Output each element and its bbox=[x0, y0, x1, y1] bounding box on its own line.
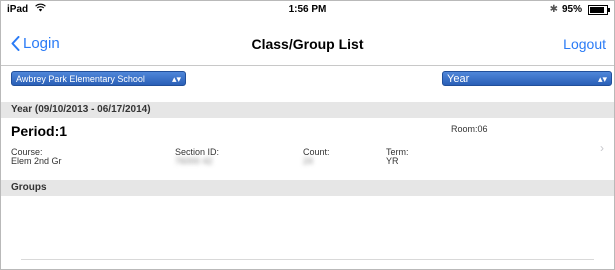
back-button-label: Login bbox=[23, 35, 60, 52]
count-value: 24 bbox=[303, 156, 314, 166]
navigation-bar: Login Class/Group List Logout bbox=[1, 25, 614, 66]
select-arrows-icon: ▴▾ bbox=[597, 74, 607, 84]
select-arrows-icon: ▴▾ bbox=[171, 74, 181, 84]
room-label: Room:06 bbox=[451, 124, 488, 134]
status-bar: iPad 1:56 PM ✱ 95% bbox=[1, 1, 614, 19]
period-row[interactable]: Period:1 Room:06 Course: Elem 2nd Gr Sec… bbox=[1, 119, 614, 179]
term-select-value: Year bbox=[447, 73, 470, 85]
divider bbox=[21, 259, 594, 260]
battery-icon bbox=[588, 4, 610, 15]
page-title: Class/Group List bbox=[251, 36, 364, 52]
course-value: Elem 2nd Gr bbox=[11, 156, 62, 166]
logout-button[interactable]: Logout bbox=[563, 36, 606, 52]
bluetooth-icon: ✱ bbox=[549, 4, 558, 15]
battery-percent: 95% bbox=[561, 4, 582, 15]
term-select[interactable]: Year ▴▾ bbox=[442, 71, 612, 86]
status-right: ✱ 95% bbox=[549, 4, 610, 15]
app-frame: iPad 1:56 PM ✱ 95% Login Class/Group Lis… bbox=[0, 0, 615, 270]
term-value: YR bbox=[386, 156, 399, 166]
period-title: Period:1 bbox=[11, 123, 68, 139]
clock: 1:56 PM bbox=[288, 4, 327, 15]
back-button[interactable]: Login bbox=[11, 35, 60, 52]
chevron-left-icon bbox=[11, 36, 20, 51]
year-section-header: Year (09/10/2013 - 06/17/2014) bbox=[1, 102, 614, 118]
school-select-value: Awbrey Park Elementary School bbox=[16, 74, 145, 84]
chevron-right-icon: › bbox=[600, 141, 604, 155]
school-select[interactable]: Awbrey Park Elementary School ▴▾ bbox=[11, 71, 186, 86]
section-id-value: 76000 42 bbox=[175, 156, 213, 166]
groups-section-header: Groups bbox=[1, 180, 614, 196]
